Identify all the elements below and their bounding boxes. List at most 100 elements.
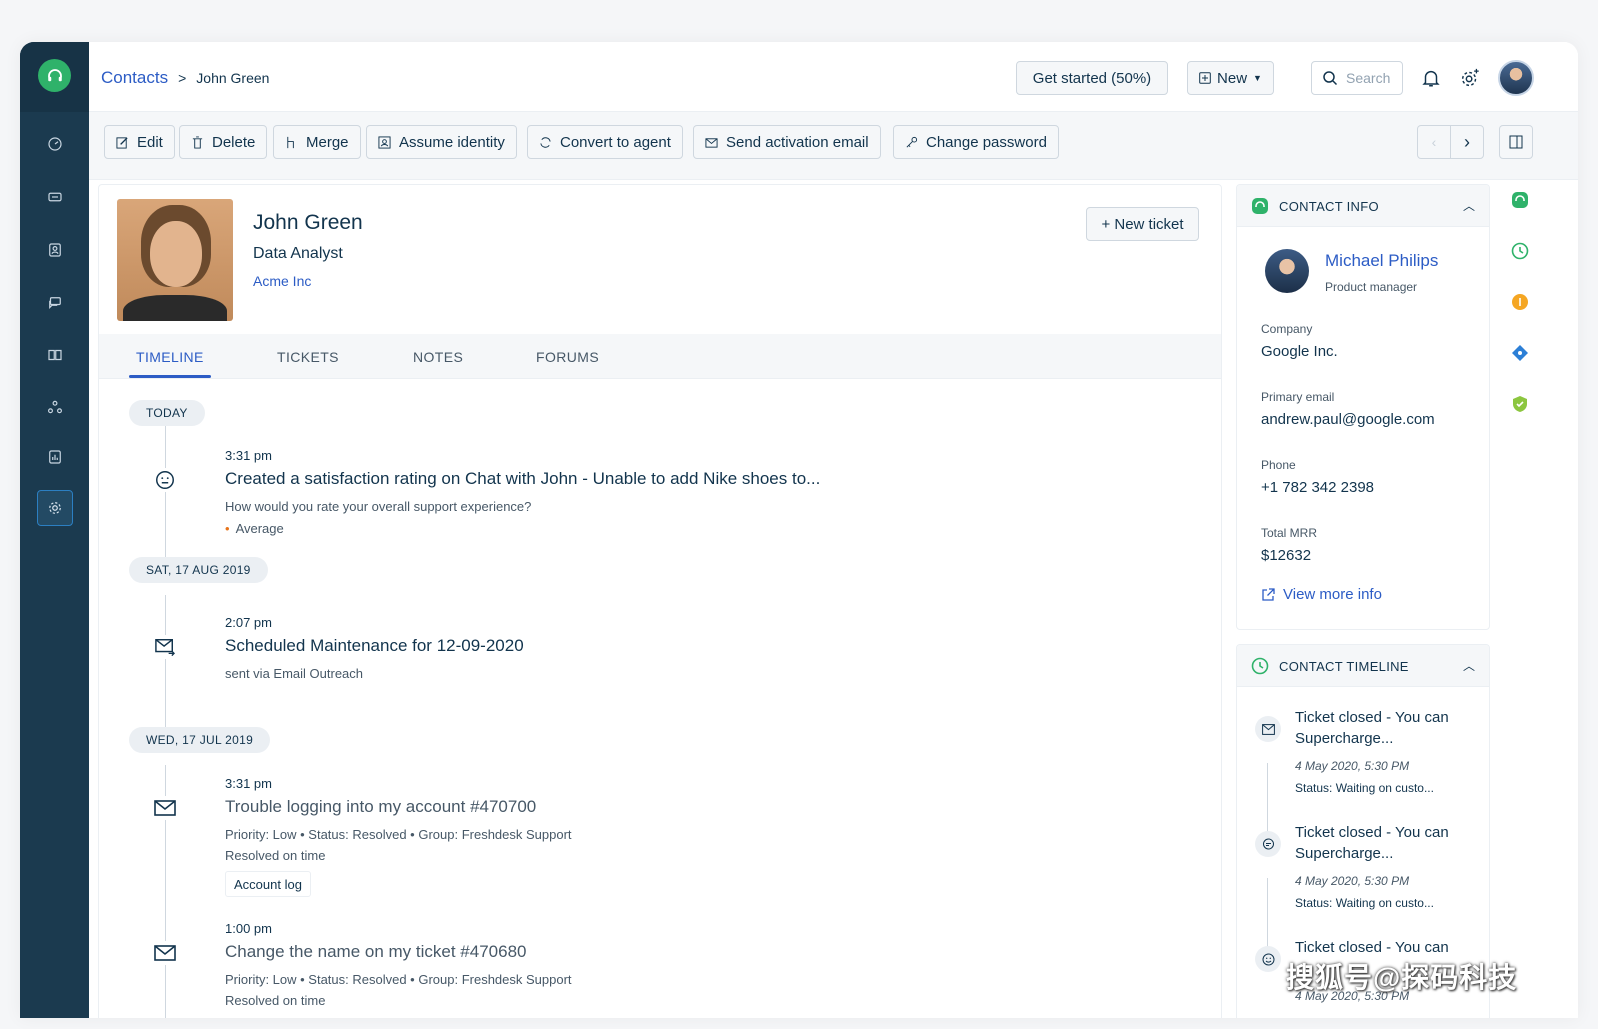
assume-identity-button[interactable]: Assume identity	[366, 125, 517, 159]
tab-notes[interactable]: NOTES	[413, 349, 463, 365]
key-icon	[906, 136, 918, 147]
email-label: Primary email	[1261, 390, 1335, 404]
event-time: 2:07 pm	[225, 615, 272, 630]
timeline-clock-icon[interactable]	[1510, 241, 1530, 261]
agent-role: Product manager	[1325, 280, 1418, 294]
new-ticket-button[interactable]: + New ticket	[1086, 207, 1199, 241]
previous-contact-button[interactable]: ‹	[1417, 125, 1451, 159]
contact-details-card: John Green Data Analyst Acme Inc + New t…	[98, 184, 1222, 1018]
timeline-item-title[interactable]: Ticket closed - You can Supercharge...	[1295, 822, 1475, 864]
app-window: Contacts > John Green Get started (50%) …	[20, 42, 1578, 1018]
contact-company-link[interactable]: Acme Inc	[253, 273, 311, 289]
event-time: 3:31 pm	[225, 776, 272, 791]
chat-icon	[1255, 831, 1281, 857]
timeline-item-title[interactable]: Ticket closed - You can	[1295, 937, 1475, 958]
blue-diamond-app-icon[interactable]	[1510, 343, 1530, 363]
tab-timeline[interactable]: TIMELINE	[136, 349, 204, 365]
send-activation-email-button[interactable]: Send activation email	[693, 125, 881, 159]
date-group-label: WED, 17 JUL 2019	[129, 727, 271, 753]
event-title-link[interactable]: Change the name on my ticket #470680	[225, 942, 526, 962]
event-time: 1:00 pm	[225, 921, 272, 936]
nav-conversations-icon[interactable]	[37, 285, 73, 321]
mrr-label: Total MRR	[1261, 526, 1318, 540]
event-subtitle: How would you rate your overall support …	[225, 499, 532, 514]
sparkle-settings-icon[interactable]	[1456, 64, 1484, 92]
ticket-resolution: Resolved on time	[225, 848, 326, 863]
search-icon	[1323, 71, 1338, 86]
event-title-link[interactable]: Created a satisfaction rating on Chat wi…	[225, 469, 820, 489]
mail-icon	[153, 796, 177, 820]
nav-contacts-icon[interactable]	[37, 232, 73, 268]
breadcrumb-current: John Green	[196, 70, 270, 86]
clock-icon	[1251, 657, 1269, 675]
company-value: Google Inc.	[1261, 343, 1338, 360]
timeline-item-title[interactable]: Ticket closed - You can Supercharge...	[1295, 707, 1475, 749]
orange-app-icon[interactable]	[1510, 292, 1530, 312]
phone-label: Phone	[1261, 458, 1296, 472]
nav-admin-gear-icon[interactable]	[37, 490, 73, 526]
contact-toolbar: Edit Delete Merge Assume identity Conver…	[89, 112, 1578, 180]
new-label: New	[1217, 69, 1248, 87]
event-subtitle: sent via Email Outreach	[225, 666, 364, 681]
email-value: andrew.paul@google.com	[1261, 411, 1435, 428]
get-started-button[interactable]: Get started (50%)	[1016, 61, 1168, 95]
agent-avatar	[1265, 249, 1309, 293]
contact-info-header[interactable]: CONTACT INFO ︿	[1237, 185, 1489, 227]
ticket-meta: Priority: Low • Status: Resolved • Group…	[225, 827, 572, 842]
nav-tickets-icon[interactable]	[37, 179, 73, 215]
convert-to-agent-button[interactable]: Convert to agent	[527, 125, 683, 159]
timeline-item-status: Status: Waiting on custo...	[1295, 781, 1434, 795]
tab-tickets[interactable]: TICKETS	[277, 349, 339, 365]
edit-button[interactable]: Edit	[104, 125, 175, 159]
smiley-icon	[1255, 946, 1281, 972]
breadcrumb: Contacts > John Green	[101, 68, 269, 88]
chevron-right-icon: ›	[1464, 131, 1470, 152]
nav-dashboard-icon[interactable]	[37, 126, 73, 162]
nav-community-icon[interactable]	[37, 389, 73, 425]
contact-info-title: CONTACT INFO	[1279, 199, 1379, 214]
contact-timeline-header[interactable]: CONTACT TIMELINE ︿	[1237, 645, 1489, 687]
view-more-info-link[interactable]: View more info	[1261, 586, 1382, 603]
account-log-button[interactable]: Account log	[225, 871, 311, 897]
event-title-link[interactable]: Scheduled Maintenance for 12-09-2020	[225, 636, 524, 656]
event-title-link[interactable]: Trouble logging into my account #470700	[225, 797, 536, 817]
tab-forums[interactable]: FORUMS	[536, 349, 599, 365]
chevron-down-icon: ▼	[1253, 73, 1262, 83]
next-contact-button[interactable]: ›	[1450, 125, 1484, 159]
headset-icon	[47, 68, 62, 81]
chevron-up-icon[interactable]: ︿	[1463, 197, 1475, 214]
contact-timeline-title: CONTACT TIMELINE	[1279, 659, 1409, 674]
edit-icon	[116, 136, 128, 149]
company-label: Company	[1261, 322, 1313, 336]
contact-name: John Green	[253, 211, 363, 234]
nav-knowledge-base-icon[interactable]	[37, 337, 73, 373]
trash-icon	[192, 135, 203, 149]
date-group-label: SAT, 17 AUG 2019	[129, 557, 268, 583]
shield-app-icon[interactable]	[1510, 394, 1530, 414]
email-outreach-icon	[153, 635, 177, 659]
notifications-bell-icon[interactable]	[1417, 64, 1445, 92]
date-group-label: TODAY	[129, 400, 205, 426]
delete-button[interactable]: Delete	[179, 125, 268, 159]
change-password-button[interactable]: Change password	[893, 125, 1059, 159]
toggle-sidepanel-button[interactable]	[1499, 125, 1533, 159]
plus-square-icon	[1199, 72, 1211, 84]
mrr-value: $12632	[1261, 547, 1312, 564]
agent-name-link[interactable]: Michael Philips	[1325, 251, 1438, 271]
user-avatar[interactable]	[1498, 60, 1534, 96]
new-dropdown-button[interactable]: New ▼	[1187, 61, 1274, 95]
merge-button[interactable]: Merge	[273, 125, 361, 159]
breadcrumb-contacts-link[interactable]: Contacts	[101, 68, 168, 88]
app-logo[interactable]	[38, 59, 71, 92]
timeline-item-date: 4 May 2020, 5:30 PM	[1295, 759, 1410, 773]
nav-reports-icon[interactable]	[37, 439, 73, 475]
mail-icon	[153, 941, 177, 965]
ticket-resolution: Resolved on time	[225, 993, 326, 1008]
timeline-item-status: Status: Waiting on custo...	[1295, 896, 1434, 910]
chevron-up-icon[interactable]: ︿	[1463, 657, 1475, 674]
top-header: Contacts > John Green Get started (50%) …	[89, 42, 1578, 112]
search-input[interactable]: Search	[1311, 61, 1403, 95]
freshdesk-app-icon[interactable]	[1510, 190, 1530, 210]
mail-icon	[1255, 716, 1281, 742]
contact-photo	[117, 199, 233, 321]
